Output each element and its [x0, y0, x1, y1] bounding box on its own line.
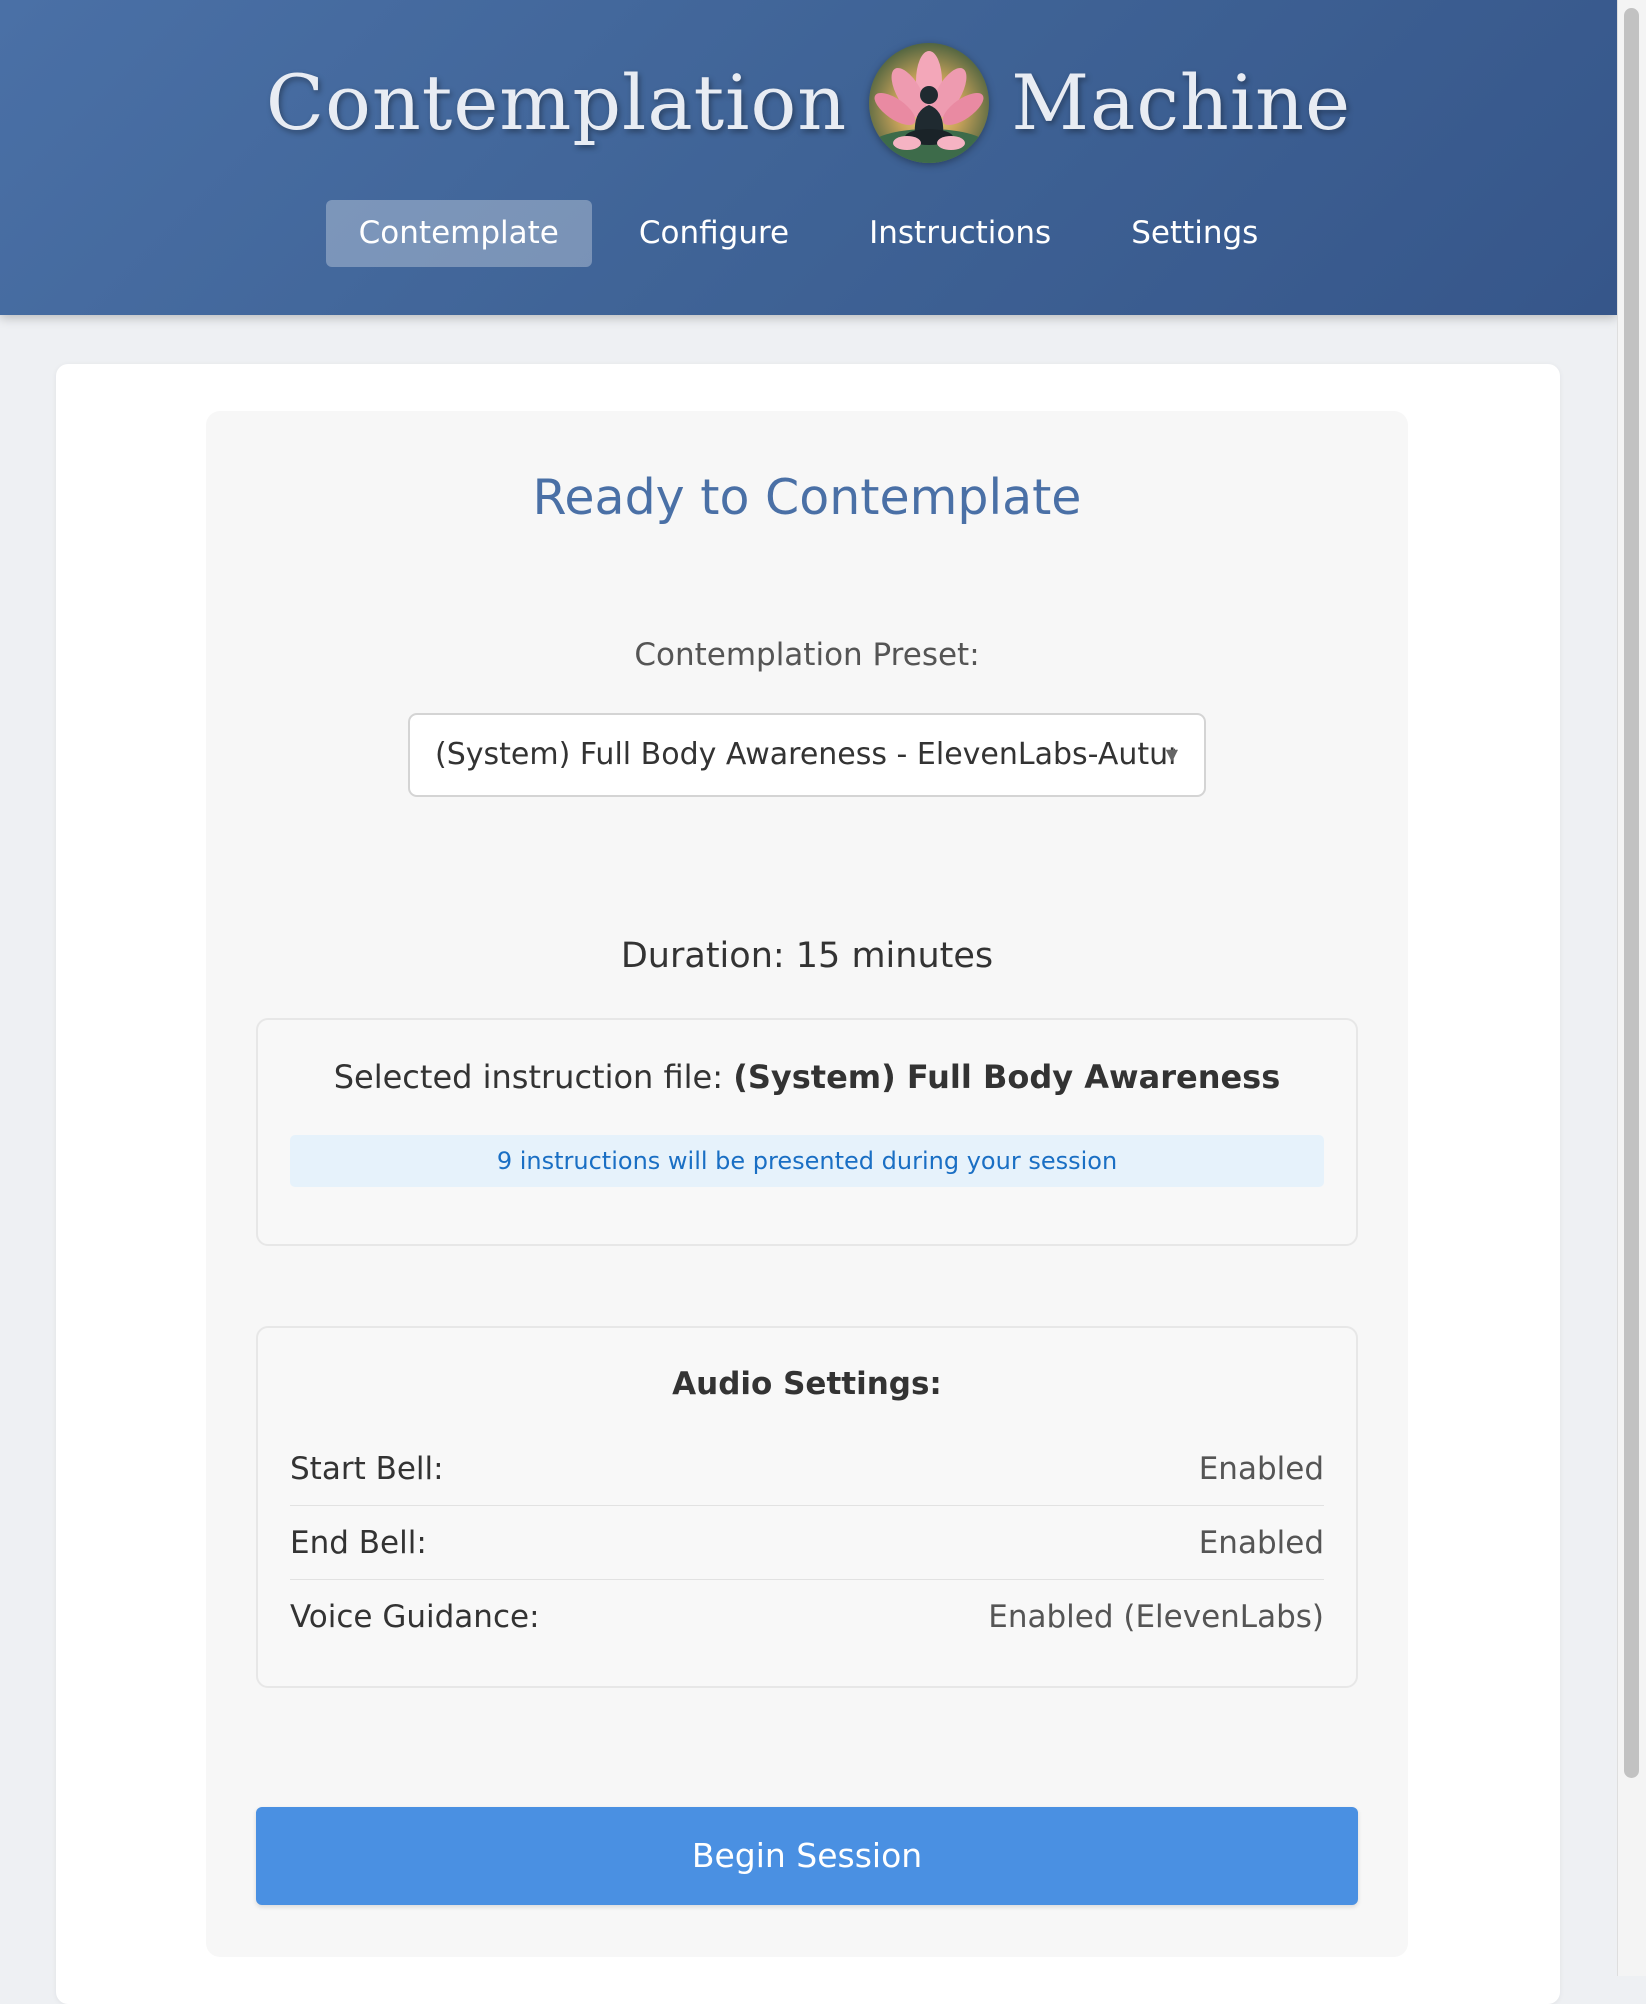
instruction-file-panel: Selected instruction file: (System) Full… — [256, 1018, 1358, 1246]
audio-row-value: Enabled — [1198, 1450, 1324, 1487]
audio-row-value: Enabled — [1198, 1524, 1324, 1561]
scrollbar-thumb[interactable] — [1624, 8, 1639, 1778]
instruction-file-name: (System) Full Body Awareness — [733, 1058, 1281, 1096]
preset-select[interactable]: (System) Full Body Awareness - ElevenLab… — [408, 713, 1206, 797]
audio-settings-panel: Audio Settings: Start Bell: Enabled End … — [256, 1326, 1358, 1688]
preset-label: Contemplation Preset: — [634, 637, 980, 673]
instruction-file-line: Selected instruction file: (System) Full… — [258, 1058, 1356, 1096]
audio-row-start-bell: Start Bell: Enabled — [290, 1432, 1324, 1506]
begin-session-button[interactable]: Begin Session — [256, 1807, 1358, 1905]
preset-selected-value: (System) Full Body Awareness - ElevenLab… — [435, 737, 1175, 772]
audio-row-voice-guidance: Voice Guidance: Enabled (ElevenLabs) — [290, 1580, 1324, 1654]
main-nav: Contemplate Configure Instructions Setti… — [0, 200, 1617, 267]
audio-row-value: Enabled (ElevenLabs) — [988, 1599, 1324, 1635]
audio-settings-heading: Audio Settings: — [672, 1366, 942, 1402]
chevron-down-icon: ▼ — [1165, 745, 1178, 764]
page-title: Ready to Contemplate — [532, 469, 1082, 526]
lotus-meditation-icon — [869, 42, 990, 163]
app-title-left: Contemplation — [265, 58, 848, 147]
app-header: Contemplation Machine Contemplate Config… — [0, 0, 1617, 315]
audio-row-label: Start Bell: — [290, 1450, 444, 1487]
tab-contemplate[interactable]: Contemplate — [325, 200, 592, 267]
audio-row-label: End Bell: — [290, 1524, 427, 1561]
vertical-scrollbar[interactable] — [1617, 0, 1646, 1976]
audio-row-label: Voice Guidance: — [290, 1599, 540, 1635]
app-title: Contemplation Machine — [0, 40, 1617, 165]
tab-settings[interactable]: Settings — [1098, 200, 1291, 267]
tab-configure[interactable]: Configure — [606, 200, 822, 267]
instruction-count-banner: 9 instructions will be presented during … — [290, 1135, 1324, 1187]
duration-text: Duration: 15 minutes — [620, 936, 994, 976]
tab-instructions[interactable]: Instructions — [836, 200, 1084, 267]
main-panel: Ready to Contemplate Contemplation Prese… — [56, 364, 1560, 2004]
app-title-right: Machine — [1011, 58, 1352, 147]
instruction-file-prefix: Selected instruction file: — [333, 1058, 724, 1096]
audio-row-end-bell: End Bell: Enabled — [290, 1506, 1324, 1580]
session-card: Ready to Contemplate Contemplation Prese… — [206, 411, 1408, 1957]
